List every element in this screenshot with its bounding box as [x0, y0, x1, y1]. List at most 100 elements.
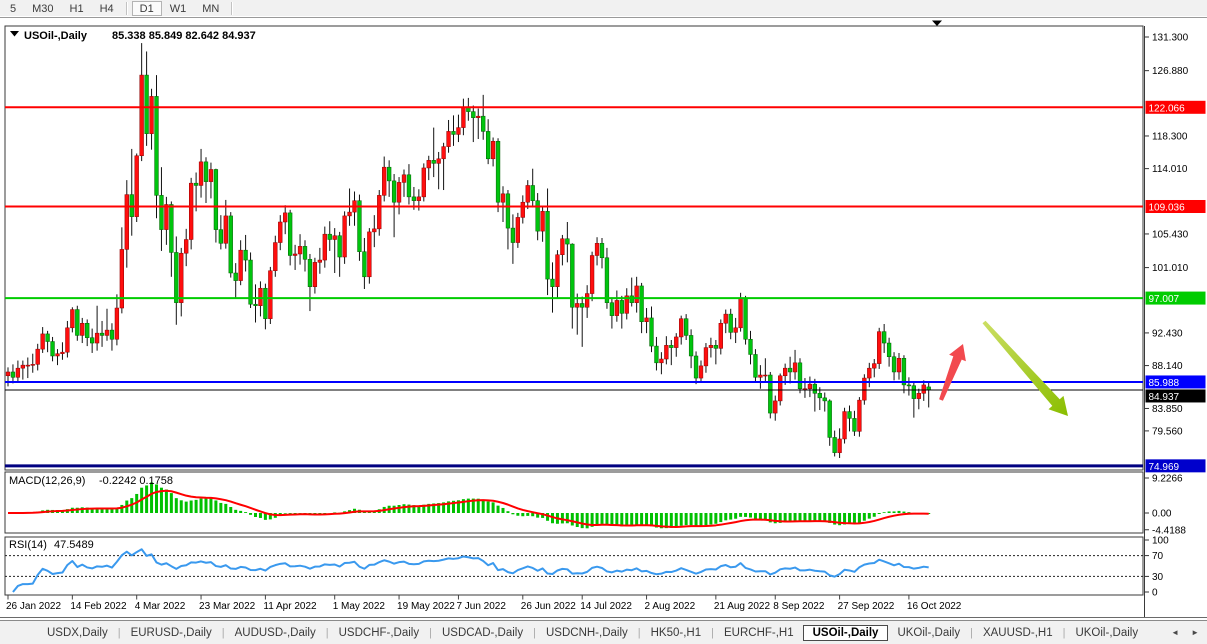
tab-ukoil-daily[interactable]: UKOil-,Daily [888, 625, 969, 641]
tab-ukoil-daily[interactable]: UKOil-,Daily [1066, 625, 1147, 641]
candle-body [560, 238, 565, 255]
candle-body [65, 327, 70, 353]
timeframe-mn[interactable]: MN [194, 1, 227, 16]
price-level-badge-value: 122.066 [1149, 103, 1186, 114]
candle-body [144, 74, 149, 134]
tab-scroll-left-icon[interactable]: ◄ [1171, 628, 1179, 637]
price-axis-label: 92.430 [1152, 328, 1183, 339]
candle-body [718, 322, 723, 349]
timeframe-h1[interactable]: H1 [62, 1, 92, 16]
candle-body [728, 313, 733, 333]
date-axis-label: 19 May 2022 [397, 601, 455, 612]
timeframe-m30[interactable]: M30 [24, 1, 61, 16]
tab-usoil-daily[interactable]: USOil-,Daily [802, 624, 889, 641]
candle-body [872, 363, 877, 369]
candle-body [456, 127, 461, 135]
candle-body [372, 228, 377, 233]
candle-body [614, 300, 620, 316]
date-axis-label: 14 Jul 2022 [580, 601, 632, 612]
price-axis-label: 88.140 [1152, 361, 1183, 372]
tab-usdcnh-daily[interactable]: USDCNH-,Daily [537, 625, 637, 641]
candle-body [619, 300, 624, 314]
candle-body [609, 302, 615, 316]
candle-body [481, 115, 486, 132]
price-level-badge-value: 74.969 [1149, 462, 1180, 473]
tab-scroll-nav: ◄ ► [1171, 628, 1199, 637]
tab-audusd-daily[interactable]: AUDUSD-,Daily [226, 625, 325, 641]
price-level-badge-value: 84.937 [1149, 392, 1180, 403]
tab-eurusd-daily[interactable]: EURUSD-,Daily [122, 625, 221, 641]
rsi-indicator-label: RSI(14) [9, 539, 47, 551]
timeframe-w1[interactable]: W1 [162, 1, 195, 16]
candle-body [832, 437, 837, 453]
candle-body [797, 362, 803, 389]
candle-body [114, 307, 120, 340]
tab-scroll-right-icon[interactable]: ► [1191, 628, 1199, 637]
candle-body [698, 365, 704, 379]
candle-body [654, 345, 659, 364]
candle-body [426, 160, 431, 169]
candle-body [421, 167, 426, 198]
candle-body [189, 182, 194, 240]
candle-body [906, 384, 912, 387]
candle-body [342, 215, 347, 258]
candle-body [758, 374, 763, 378]
candle-body [233, 272, 238, 281]
candle-body [817, 393, 822, 399]
candle-body [288, 212, 293, 256]
candle-body [278, 221, 283, 243]
candle-body [312, 262, 318, 287]
timeframe-toolbar: 5 M30 H1 H4 D1 W1 MN [0, 0, 1207, 18]
candle-body [594, 243, 600, 256]
macd-axis-label: 9.2266 [1152, 473, 1183, 484]
candle-body [857, 399, 862, 432]
candle-body [75, 309, 80, 336]
candle-body [218, 229, 223, 244]
candle-body [738, 297, 743, 329]
candle-body [585, 293, 590, 308]
date-axis-label: 8 Sep 2022 [773, 601, 825, 612]
candle-body [169, 204, 174, 253]
rsi-axis-label: 30 [1152, 572, 1164, 583]
candle-body [273, 242, 278, 271]
candle-body [535, 200, 540, 232]
timeframe-h4[interactable]: H4 [92, 1, 122, 16]
tab-hk50-h1[interactable]: HK50-,H1 [642, 625, 711, 641]
price-level-badge-value: 85.988 [1149, 378, 1180, 389]
candle-body [659, 358, 664, 364]
tab-usdcad-daily[interactable]: USDCAD-,Daily [433, 625, 532, 641]
candle-body [411, 196, 417, 201]
timeframe-d1[interactable]: D1 [131, 1, 162, 16]
candle-body [25, 364, 30, 367]
rsi-axis-label: 100 [1152, 536, 1169, 547]
toolbar-separator [231, 2, 234, 15]
tab-usdx-daily[interactable]: USDX,Daily [38, 625, 117, 641]
candle-body [778, 375, 783, 402]
candle-body [297, 246, 303, 255]
candle-body [713, 345, 719, 349]
candle-body [773, 400, 778, 414]
date-axis-label: 21 Aug 2022 [714, 601, 771, 612]
timeframe-5[interactable]: 5 [2, 1, 24, 16]
candle-body [545, 211, 550, 280]
price-level-badge-value: 109.036 [1149, 202, 1186, 213]
candle-body [589, 255, 595, 294]
tab-eurchf-h1[interactable]: EURCHF-,H1 [715, 625, 803, 641]
candle-body [134, 155, 139, 217]
price-chart[interactable]: 9.22660.00-4.4188 10070300 122.066109.03… [0, 0, 1207, 644]
candle-body [763, 374, 768, 377]
tab-xauusd-h1[interactable]: XAUUSD-,H1 [974, 625, 1062, 641]
candle-body [515, 217, 521, 243]
chart-ohlc-readout: 85.338 85.849 82.642 84.937 [112, 30, 256, 42]
candle-body [733, 327, 738, 333]
candle-body [94, 332, 100, 344]
candle-body [317, 259, 323, 263]
candle-body [80, 322, 85, 336]
candle-body [302, 246, 308, 260]
rsi-indicator-value: 47.5489 [54, 539, 94, 551]
candle-body [520, 201, 525, 218]
candle-body [679, 318, 684, 338]
tab-usdchf-daily[interactable]: USDCHF-,Daily [330, 625, 429, 641]
candle-body [703, 347, 709, 367]
candle-body [847, 411, 852, 419]
